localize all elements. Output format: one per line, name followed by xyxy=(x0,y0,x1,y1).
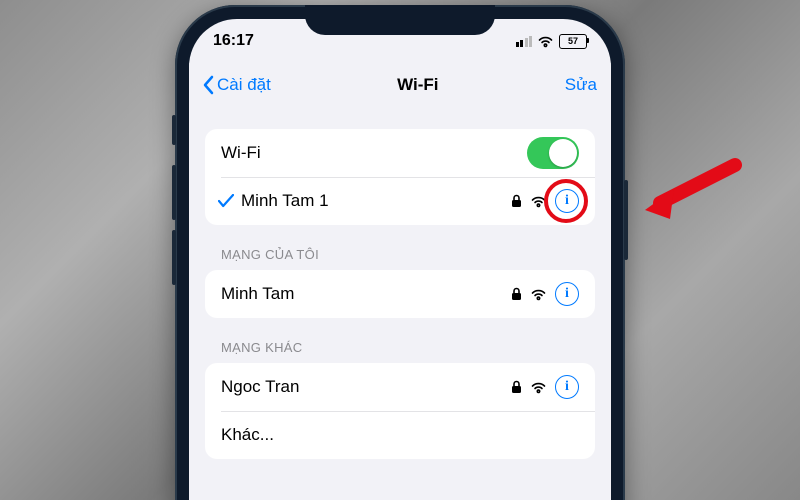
wifi-signal-icon xyxy=(530,195,547,208)
network-name: Minh Tam xyxy=(221,284,511,304)
lock-icon xyxy=(511,194,522,208)
wifi-main-group: Wi-Fi Minh Tam 1 xyxy=(205,129,595,225)
section-header-my-networks: MẠNG CỦA TÔI xyxy=(205,225,595,270)
phone-frame: 16:17 57 Cài đặt Wi-Fi Sửa xyxy=(175,5,625,500)
nav-bar: Cài đặt Wi-Fi Sửa xyxy=(189,63,611,107)
page-title: Wi-Fi xyxy=(397,75,438,95)
section-header-other-networks: MẠNG KHÁC xyxy=(205,318,595,363)
back-label: Cài đặt xyxy=(217,75,271,95)
back-button[interactable]: Cài đặt xyxy=(203,75,271,95)
network-row[interactable]: Ngoc Tran i xyxy=(205,363,595,411)
network-row[interactable]: Minh Tam i xyxy=(205,270,595,318)
info-button[interactable]: i xyxy=(555,375,579,399)
annotation-arrow xyxy=(640,155,750,225)
info-button[interactable]: i xyxy=(555,282,579,306)
lock-icon xyxy=(511,380,522,394)
volume-up xyxy=(172,165,176,220)
wifi-toggle[interactable] xyxy=(527,137,579,169)
wifi-toggle-row: Wi-Fi xyxy=(205,129,595,177)
lock-icon xyxy=(511,287,522,301)
battery-indicator: 57 xyxy=(559,34,587,49)
chevron-left-icon xyxy=(203,75,215,95)
cellular-signal-icon xyxy=(516,36,533,47)
checkmark-icon xyxy=(215,194,237,208)
notch xyxy=(305,5,495,35)
wifi-signal-icon xyxy=(530,288,547,301)
network-name: Ngoc Tran xyxy=(221,377,511,397)
volume-down xyxy=(172,230,176,285)
wifi-status-icon xyxy=(537,35,554,48)
edit-button[interactable]: Sửa xyxy=(565,75,597,95)
power-button xyxy=(624,180,628,260)
status-time: 16:17 xyxy=(213,32,254,50)
wifi-signal-icon xyxy=(530,381,547,394)
mute-switch xyxy=(172,115,176,145)
other-network-row[interactable]: Khác... xyxy=(205,411,595,459)
connected-network-row[interactable]: Minh Tam 1 i xyxy=(205,177,595,225)
other-networks-group: Ngoc Tran i Khác... xyxy=(205,363,595,459)
my-networks-group: Minh Tam i xyxy=(205,270,595,318)
info-button[interactable]: i xyxy=(555,189,579,213)
connected-network-name: Minh Tam 1 xyxy=(241,191,511,211)
other-network-label: Khác... xyxy=(221,425,579,445)
wifi-toggle-label: Wi-Fi xyxy=(221,143,527,163)
